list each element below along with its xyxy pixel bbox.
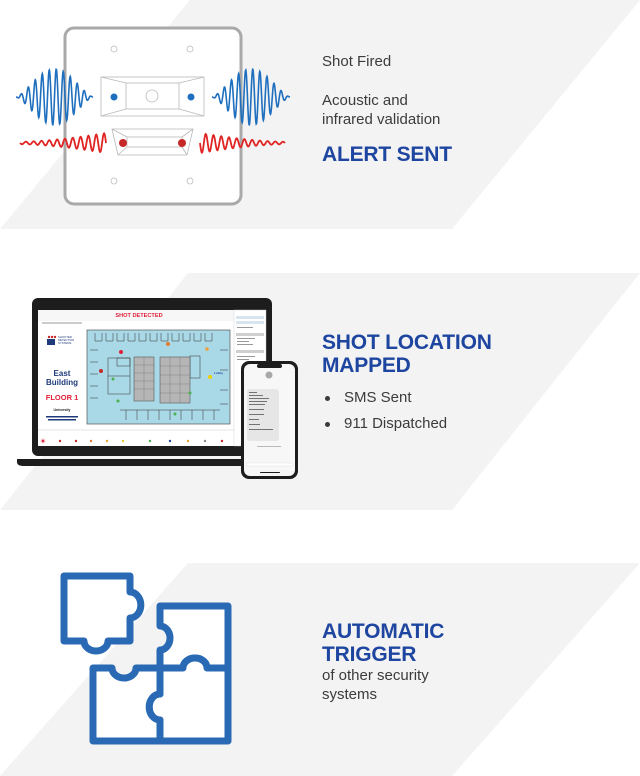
list-item: SMS Sent [322, 385, 492, 411]
mapping-text: SHOT LOCATION MAPPED SMS Sent 911 Dispat… [322, 331, 492, 437]
map-marker [188, 391, 192, 395]
infrared-sensor [178, 139, 186, 147]
shot-location-heading-line1: SHOT LOCATION [322, 331, 492, 354]
shot-detected-banner: SHOT DETECTED [115, 313, 162, 319]
building-name-line1: East [54, 369, 71, 378]
map-marker [99, 369, 103, 373]
shot-fired-label: Shot Fired [322, 53, 392, 70]
validation-line2: infrared validation [322, 111, 441, 128]
detection-text: Shot Fired Acoustic and infrared validat… [322, 52, 452, 166]
lobby-label: Lobby [214, 371, 223, 375]
org-label: University [54, 408, 71, 412]
infrared-sensor [119, 139, 127, 147]
map-marker [116, 399, 120, 403]
validation-line1: Acoustic and [322, 92, 408, 109]
list-item: 911 Dispatched [322, 411, 492, 437]
puzzle-piece-bottom-left [89, 664, 164, 745]
bullet-icon [325, 422, 330, 427]
trigger-subtext-line2: systems [322, 686, 378, 703]
notification-list: SMS Sent 911 Dispatched [322, 385, 492, 437]
laptop-and-phone-dashboard: SHOT DETECTED SHOOTER DETECTION SYSTEMS … [17, 298, 298, 479]
puzzle-piece-top-left [60, 572, 145, 655]
map-marker [205, 347, 209, 351]
shot-location-heading-line2: MAPPED [322, 354, 411, 377]
contact-avatar [265, 371, 273, 379]
gunshot-sensor-icon [15, 26, 291, 206]
floor-label: FLOOR 1 [46, 393, 79, 402]
trigger-subtext-line1: of other security [322, 667, 429, 684]
svg-text:SYSTEMS: SYSTEMS [58, 341, 72, 345]
bullet-icon [325, 396, 330, 401]
map-marker [173, 412, 177, 416]
automatic-trigger-heading-line1: AUTOMATIC [322, 620, 445, 643]
company-logo: SHOOTER DETECTION SYSTEMS [47, 335, 74, 345]
acoustic-mic [110, 93, 118, 101]
map-marker [119, 350, 123, 354]
building-name-line2: Building [46, 378, 78, 387]
sms-bubble [247, 389, 279, 441]
acoustic-mic [187, 93, 195, 101]
alert-sent-heading: ALERT SENT [322, 143, 452, 166]
map-marker [166, 342, 170, 346]
map-marker [111, 377, 115, 381]
integration-text: AUTOMATIC TRIGGER of other security syst… [322, 620, 444, 704]
puzzle-pieces-icon [60, 572, 232, 745]
floor-map: Lobby [86, 329, 231, 425]
map-marker [208, 375, 212, 379]
laptop-base [17, 459, 268, 466]
automatic-trigger-heading-line2: TRIGGER [322, 643, 417, 666]
